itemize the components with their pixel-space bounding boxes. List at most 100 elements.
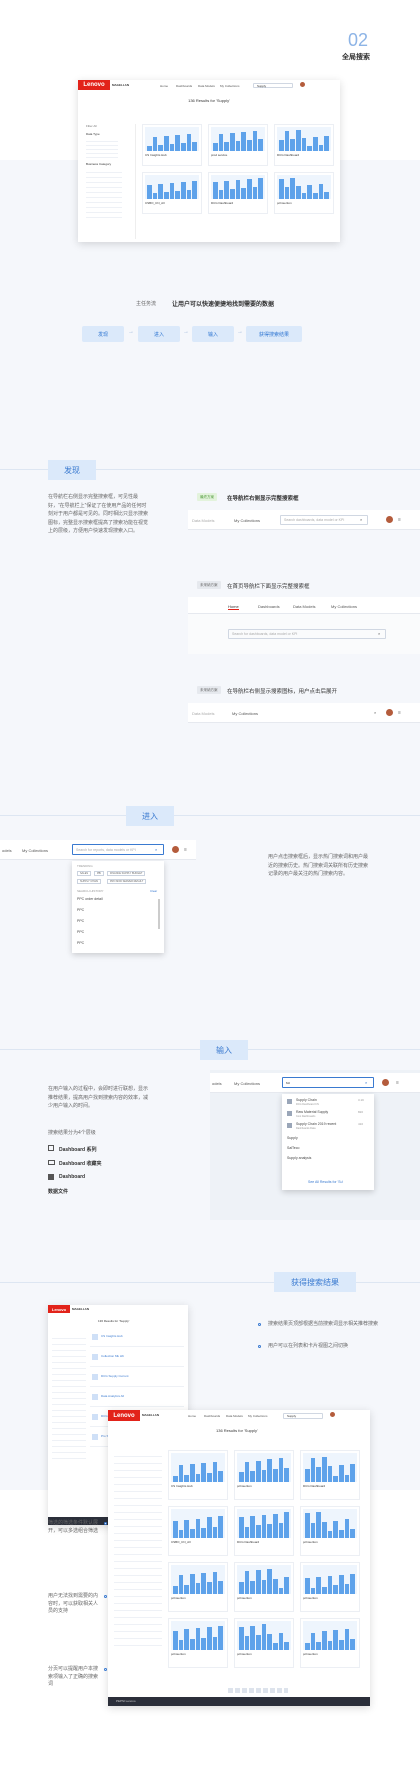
nav-my-collections[interactable]: My Collections — [220, 84, 240, 88]
trending-chip[interactable]: SUPPLY CHAIN — [77, 879, 102, 884]
type-folder-icon — [48, 1160, 55, 1165]
dashboard-card[interactable]: pcInsertion — [234, 1450, 294, 1500]
suggestion-item[interactable]: Supply — [287, 1136, 298, 1140]
result-note: 用户无法找到需要的内容时，可以获取相关人员的支持 — [48, 1593, 99, 1614]
search-input[interactable]: Search for dashboards, data model or KPI — [228, 629, 386, 639]
tag-rejected: 未采纳方案 — [197, 581, 221, 589]
list-item[interactable]: Data Analytics All — [90, 1391, 184, 1407]
trending-chip[interactable]: PBI — [94, 871, 105, 876]
dashboard-card[interactable]: CS Insights Hub — [168, 1450, 228, 1500]
list-item[interactable]: CS Insights Hub — [90, 1331, 184, 1347]
chart-thumbnail — [171, 1509, 225, 1538]
history-clear[interactable]: Clear — [150, 889, 157, 893]
nav-data-models[interactable]: odels — [2, 848, 12, 853]
suggestion-item[interactable]: Raw Material Supply — [296, 1110, 328, 1114]
dashboard-card[interactable]: pcInsertion — [168, 1562, 228, 1612]
dashboard-card[interactable]: pcInsertion — [300, 1618, 360, 1668]
history-item[interactable]: PPC — [77, 919, 84, 923]
nav-my-collections[interactable]: My Collections — [22, 848, 48, 853]
search-icon: ⌕ — [378, 631, 381, 636]
nav-data-models[interactable]: Data Models — [198, 84, 215, 88]
chart-thumbnail — [237, 1509, 291, 1538]
nav-my-collections[interactable]: My Collections — [232, 711, 258, 716]
avatar[interactable] — [386, 709, 393, 716]
list-item[interactable]: DCG Supply Current — [90, 1371, 184, 1387]
trending-chip[interactable]: FINANCE SUPPLY BUDGET — [107, 871, 146, 876]
nav-data-models[interactable]: Data Models — [293, 604, 315, 609]
pagination[interactable] — [228, 1688, 288, 1693]
suggestion-sub: Cost Dashboards — [296, 1115, 316, 1118]
menu-icon[interactable]: ≡ — [398, 517, 401, 523]
history-item[interactable]: PPC — [77, 908, 84, 912]
product-name: MAGELLAN — [72, 1307, 89, 1311]
card-title: DCG Dashboard — [237, 1540, 260, 1544]
result-note: 筛选的筛选条件默认展开，可以多选组合筛选 — [48, 1520, 99, 1534]
list-item[interactable]: Collection Mk HK — [90, 1351, 184, 1367]
product-name: MAGELLAN — [112, 83, 129, 87]
chart-thumbnail — [303, 1453, 357, 1482]
nav-my-collections[interactable]: My Collections — [331, 604, 357, 609]
menu-icon[interactable]: ≡ — [184, 847, 187, 853]
dropdown-scrollbar[interactable] — [158, 899, 160, 929]
search-input[interactable]: su — [282, 1077, 374, 1088]
dashboard-card[interactable]: prod service — [208, 124, 268, 166]
filter-options[interactable] — [86, 138, 118, 158]
nav-data-models[interactable]: odels — [212, 1081, 222, 1086]
nav-my-collections[interactable]: My Collections — [234, 518, 260, 523]
dashboard-card[interactable]: DCG Dashboard — [234, 1506, 294, 1556]
nav-my-collections[interactable]: My Collections — [234, 1081, 260, 1086]
dashboard-card[interactable]: pcInsertion — [300, 1506, 360, 1556]
nav-dashboards[interactable]: Dashboards — [176, 84, 192, 88]
nav-home[interactable]: Home — [188, 1414, 196, 1418]
avatar[interactable] — [300, 82, 305, 87]
trending-chip[interactable]: SALES — [77, 871, 92, 876]
dashboard-card[interactable]: pcInsertion — [234, 1562, 294, 1612]
hero-search-input[interactable]: Supply — [253, 83, 293, 88]
suggestion-item[interactable]: Supply Chain — [296, 1098, 317, 1102]
avatar[interactable] — [172, 846, 179, 853]
dashboard-card[interactable]: pcInsertion — [168, 1618, 228, 1668]
input-types-label: 搜索结果分为4个层级 — [48, 1130, 96, 1136]
avatar[interactable] — [382, 1079, 389, 1086]
search-icon[interactable]: ⌕ — [374, 710, 376, 715]
nav-dashboards[interactable]: Dashboards — [258, 604, 280, 609]
dashboard-card[interactable]: CS Insights Hub — [142, 124, 202, 166]
nav-data-models[interactable]: Data Models — [192, 711, 214, 716]
search-input[interactable]: Search dashboards, data model or KPI — [280, 515, 368, 525]
enter-title: 进入 — [126, 806, 174, 826]
dashboard-card[interactable]: pcInsertion — [274, 172, 334, 214]
suggestion-item[interactable]: SalTeco — [287, 1146, 299, 1150]
dashboard-card[interactable]: CSBO_CN_All — [142, 172, 202, 214]
card-title: DCG Dashboard — [277, 152, 300, 157]
dashboard-card[interactable]: CSBO_CN_All — [168, 1506, 228, 1556]
dashboard-card[interactable]: DCG Dashboard — [208, 172, 268, 214]
case2-nav: Home Dashboards Data Models My Collectio… — [188, 597, 420, 614]
dashboard-card[interactable]: DCG Dashboard — [274, 124, 334, 166]
hero-tiles: CS Insights Hub prod service DCG Dashboard… — [142, 124, 334, 239]
nav-my-collections[interactable]: My Collections — [248, 1414, 268, 1418]
dashboard-card[interactable]: pcInsertion — [234, 1618, 294, 1668]
nav-home[interactable]: Home — [160, 84, 168, 88]
see-all-link[interactable]: See All Results for 'Su' — [308, 1180, 343, 1184]
dashboard-card[interactable]: DCG Dashboard — [300, 1450, 360, 1500]
nav-dashboards[interactable]: Dashboards — [204, 1414, 220, 1418]
nav-data-models[interactable]: Data Models — [192, 518, 214, 523]
history-item[interactable]: PPC — [77, 941, 84, 945]
dashboard-card[interactable]: pcInsertion — [300, 1562, 360, 1612]
history-item[interactable]: PPC order detail — [77, 897, 103, 901]
search-input[interactable]: Supply — [283, 1413, 323, 1419]
filter-options-2[interactable] — [86, 168, 122, 220]
trending-chip[interactable]: PRO MOD SERVER RESULT — [107, 879, 147, 884]
nav-data-models[interactable]: Data Models — [226, 1414, 243, 1418]
nav-home[interactable]: Home — [228, 604, 239, 610]
menu-icon[interactable]: ≡ — [396, 1080, 399, 1086]
avatar[interactable] — [330, 1412, 335, 1417]
menu-icon[interactable]: ≡ — [398, 710, 401, 716]
history-item[interactable]: PPC — [77, 930, 84, 934]
avatar[interactable] — [386, 516, 393, 523]
search-input[interactable]: Search for reports, data models or KPI — [72, 844, 164, 855]
result-note: 搜索结果页顶部根据当前搜索词显示相关推荐搜索 — [268, 1321, 379, 1327]
suggestion-item[interactable]: Supply analysis — [287, 1156, 311, 1160]
suggestion-item[interactable]: Supply Chain 2019 recent — [296, 1122, 336, 1126]
lenovo-logo: Lenovo — [78, 80, 110, 90]
